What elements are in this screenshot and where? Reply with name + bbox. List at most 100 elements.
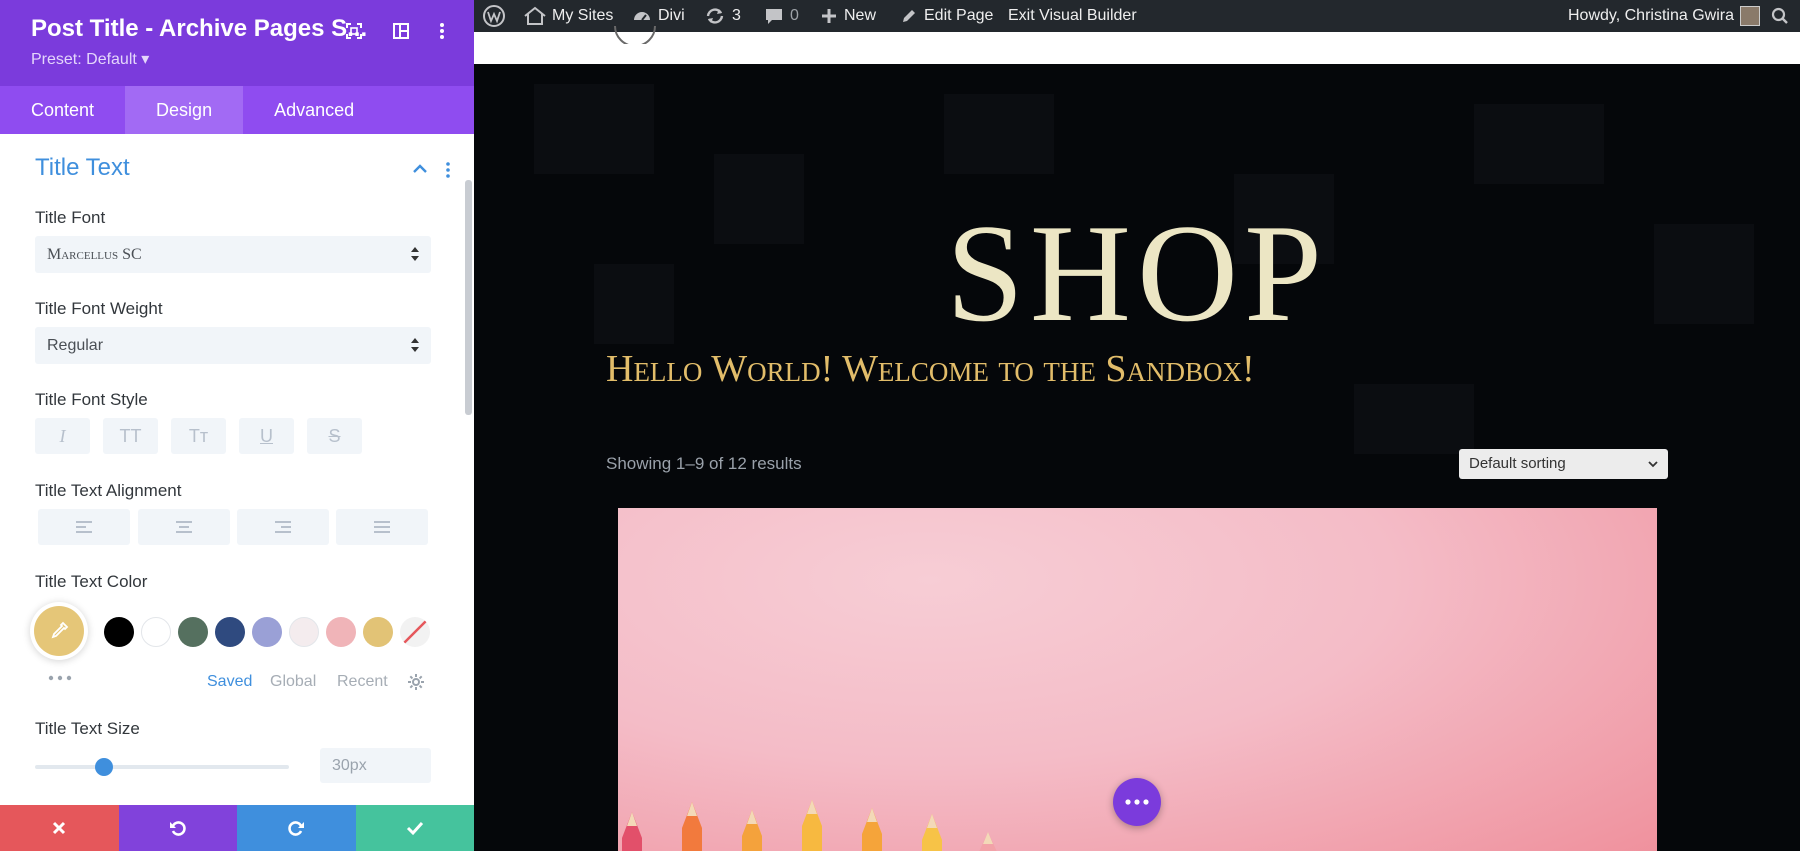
new-content-menu[interactable]: New — [820, 0, 876, 32]
underline-button[interactable]: U — [239, 418, 294, 454]
checkmark-icon — [406, 821, 423, 836]
more-options-icon[interactable] — [429, 18, 455, 44]
align-right-icon — [275, 521, 291, 533]
align-center-icon — [176, 521, 192, 533]
title-font-value: Marcellus SC — [47, 246, 142, 263]
tab-design[interactable]: Design — [125, 86, 244, 134]
color-swatch-black[interactable] — [104, 617, 134, 647]
result-count: Showing 1–9 of 12 results — [606, 454, 802, 473]
post-title[interactable]: Hello World! Welcome to the Sandbox! — [606, 347, 1255, 391]
plus-icon — [822, 9, 836, 23]
text-size-input[interactable]: 30px — [320, 748, 431, 783]
color-swatch-gold[interactable] — [363, 617, 393, 647]
builder-options-button[interactable] — [1113, 778, 1161, 826]
palette-tab-global[interactable]: Global — [270, 673, 316, 691]
section-more-icon[interactable] — [441, 160, 455, 180]
search-button[interactable] — [1771, 0, 1789, 32]
color-swatch-navy[interactable] — [215, 617, 245, 647]
undo-button[interactable] — [118, 805, 237, 851]
avatar — [1739, 6, 1760, 26]
save-button[interactable] — [355, 805, 474, 851]
panel-title: Post Title - Archive Pages S... — [31, 15, 368, 42]
align-left-button[interactable] — [38, 509, 130, 545]
user-account-menu[interactable]: Howdy, Christina Gwira — [1568, 0, 1760, 32]
pencil-image — [922, 814, 942, 851]
title-font-weight-value: Regular — [47, 337, 104, 354]
settings-panel: Post Title - Archive Pages S... Preset: … — [0, 0, 474, 851]
fullscreen-icon[interactable] — [341, 18, 367, 44]
exit-visual-builder-link[interactable]: Exit Visual Builder — [1008, 0, 1137, 32]
title-font-select[interactable]: Marcellus SC — [35, 236, 431, 273]
title-text-color-label: Title Text Color — [35, 572, 148, 591]
palette-tab-recent[interactable]: Recent — [337, 673, 388, 691]
dashboard-gauge-icon — [634, 12, 650, 21]
color-swatch-pink[interactable] — [326, 617, 356, 647]
site-header — [474, 32, 1800, 64]
align-center-button[interactable] — [138, 509, 230, 545]
more-colors-icon[interactable] — [47, 670, 73, 681]
pencil-image — [742, 810, 762, 851]
align-justify-icon — [374, 521, 390, 533]
undo-icon — [169, 821, 186, 836]
title-font-weight-label: Title Font Weight — [35, 299, 163, 318]
palette-tab-saved[interactable]: Saved — [207, 673, 252, 691]
align-justify-button[interactable] — [336, 509, 428, 545]
page-title: SHOP — [946, 196, 1328, 351]
pencil-image — [682, 802, 702, 851]
sorting-select[interactable]: Default sorting — [1459, 449, 1668, 479]
edit-page-link[interactable]: Edit Page — [900, 0, 993, 32]
eyedropper-icon — [51, 621, 69, 639]
color-swatch-green[interactable] — [178, 617, 208, 647]
select-arrows-icon — [411, 338, 419, 352]
redo-icon — [288, 821, 305, 836]
pencil-image — [622, 812, 642, 851]
color-swatch-none[interactable] — [400, 617, 430, 647]
title-font-style-label: Title Font Style — [35, 390, 148, 409]
wordpress-logo[interactable] — [482, 0, 506, 32]
chevron-up-icon[interactable] — [410, 159, 430, 179]
background-pattern — [1354, 384, 1474, 454]
wordpress-icon — [483, 5, 505, 27]
capitalize-button[interactable]: Tт — [171, 418, 226, 454]
updates-menu[interactable]: 3 — [704, 0, 741, 32]
pencil-image — [979, 832, 997, 851]
background-pattern — [1474, 104, 1604, 184]
color-swatch-blush[interactable] — [289, 617, 319, 647]
site-logo[interactable] — [612, 24, 658, 44]
comments-menu[interactable]: 0 — [764, 0, 799, 32]
color-swatch-white[interactable] — [141, 617, 171, 647]
align-right-button[interactable] — [237, 509, 329, 545]
section-title[interactable]: Title Text — [35, 154, 130, 182]
search-icon — [1771, 7, 1788, 24]
redo-button[interactable] — [237, 805, 356, 851]
wp-admin-bar: My Sites Divi 3 0 New Edit Page Exit Vis… — [474, 0, 1800, 32]
tab-content[interactable]: Content — [0, 86, 125, 134]
sites-icon — [524, 6, 546, 25]
panel-footer — [0, 805, 474, 851]
title-font-weight-select[interactable]: Regular — [35, 327, 431, 364]
no-color-icon — [403, 620, 427, 644]
align-left-icon — [76, 521, 92, 533]
panel-scrollbar[interactable] — [465, 180, 472, 415]
my-sites-menu[interactable]: My Sites — [524, 0, 613, 32]
comment-icon — [766, 9, 782, 24]
pencil-icon — [903, 10, 915, 22]
strikethrough-button[interactable]: S — [307, 418, 362, 454]
columns-layout-icon[interactable] — [388, 18, 414, 44]
gear-icon[interactable] — [407, 673, 425, 691]
background-pattern — [944, 94, 1054, 174]
text-size-slider[interactable] — [35, 765, 289, 769]
title-text-alignment-label: Title Text Alignment — [35, 481, 182, 500]
uppercase-button[interactable]: TT — [103, 418, 158, 454]
preset-dropdown[interactable]: Preset: Default ▾ — [31, 49, 149, 69]
title-font-label: Title Font — [35, 208, 106, 227]
text-size-slider-thumb[interactable] — [94, 758, 113, 776]
tab-advanced[interactable]: Advanced — [243, 86, 385, 134]
color-picker-button[interactable] — [34, 606, 84, 656]
italic-button[interactable]: I — [35, 418, 90, 454]
pencil-image — [802, 800, 822, 851]
color-swatch-lavender[interactable] — [252, 617, 282, 647]
close-icon — [53, 821, 66, 835]
cancel-button[interactable] — [0, 805, 119, 851]
panel-header: Post Title - Archive Pages S... Preset: … — [0, 0, 474, 86]
